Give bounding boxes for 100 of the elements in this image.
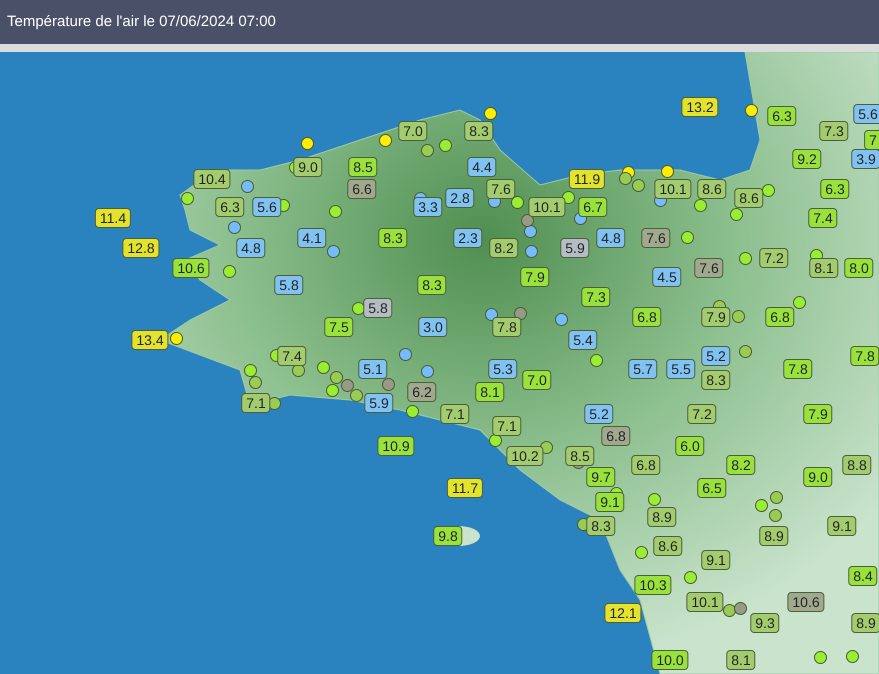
temperature-label: 13.2 bbox=[681, 97, 719, 117]
temperature-label: 10.1 bbox=[686, 592, 724, 612]
temperature-label: 6.8 bbox=[632, 307, 662, 327]
temperature-label: 6.8 bbox=[631, 455, 661, 475]
temperature-label: 3.3 bbox=[413, 197, 443, 217]
temperature-label: 6.8 bbox=[765, 307, 795, 327]
temperature-label: 8.9 bbox=[759, 526, 789, 546]
temperature-label: 7.6 bbox=[694, 258, 724, 278]
temperature-label: 12.8 bbox=[122, 238, 160, 258]
temperature-label: 8.9 bbox=[851, 613, 879, 633]
temperature-label: 5.8 bbox=[363, 298, 393, 318]
temperature-label: 7.3 bbox=[819, 121, 849, 141]
temperature-label: 3.0 bbox=[418, 317, 448, 337]
temperature-label: 8.6 bbox=[653, 536, 683, 556]
temperature-label: 6.3 bbox=[215, 197, 245, 217]
temperature-label: 13.4 bbox=[131, 330, 169, 350]
temperature-label: 10.2 bbox=[506, 446, 544, 466]
temperature-label: 9.0 bbox=[803, 467, 833, 487]
temperature-label: 7.2 bbox=[759, 248, 789, 268]
temperature-label: 9.1 bbox=[701, 550, 731, 570]
temperature-label: 8.1 bbox=[475, 382, 505, 402]
temperature-label: 5.9 bbox=[364, 393, 394, 413]
temperature-label: 7.9 bbox=[701, 307, 731, 327]
temperature-label: 8.6 bbox=[734, 188, 764, 208]
temperature-label: 5.8 bbox=[274, 275, 304, 295]
temperature-label: 11.4 bbox=[94, 208, 132, 228]
temperature-label: 8.3 bbox=[464, 121, 494, 141]
temperature-label: 4.4 bbox=[467, 157, 497, 177]
temperature-label: 8.8 bbox=[842, 455, 872, 475]
temperature-label: 6.5 bbox=[697, 478, 727, 498]
temperature-label: 2.8 bbox=[445, 188, 475, 208]
temperature-label: 11.9 bbox=[568, 169, 606, 189]
temperature-label: 6.3 bbox=[820, 179, 850, 199]
temperature-label: 8.5 bbox=[348, 157, 378, 177]
temperature-label: 7.4 bbox=[808, 208, 838, 228]
temperature-label: 7.8 bbox=[850, 346, 879, 366]
temperature-label: 3.9 bbox=[851, 149, 879, 169]
map-title: Température de l'air le 07/06/2024 07:00 bbox=[7, 12, 276, 32]
temperature-label: 10.0 bbox=[651, 650, 689, 670]
temperature-label: 5.1 bbox=[358, 359, 388, 379]
temperature-label: 7.9 bbox=[520, 267, 550, 287]
temperature-label: 4.8 bbox=[236, 238, 266, 258]
temperature-label: 5.6 bbox=[252, 197, 282, 217]
temperature-label: 10.1 bbox=[528, 197, 566, 217]
temperature-label: 10.1 bbox=[654, 179, 692, 199]
temperature-label: 8.9 bbox=[647, 507, 677, 527]
temperature-label: 8.0 bbox=[844, 258, 874, 278]
temperature-label: 5.7 bbox=[628, 359, 658, 379]
temperature-label: 10.4 bbox=[193, 169, 231, 189]
temperature-label: 5.5 bbox=[666, 359, 696, 379]
temperature-label: 8.2 bbox=[489, 238, 519, 258]
temperature-label: 10.9 bbox=[377, 436, 415, 456]
temperature-label: 7.1 bbox=[241, 393, 271, 413]
temperature-label: 8.1 bbox=[809, 258, 839, 278]
temperature-label: 7.0 bbox=[522, 370, 552, 390]
temperature-label: 7.1 bbox=[492, 416, 522, 436]
temperature-label: 5.3 bbox=[488, 359, 518, 379]
temperature-label: 9.1 bbox=[595, 492, 625, 512]
temperature-label: 8.4 bbox=[848, 566, 878, 586]
temperature-label: 9.1 bbox=[827, 516, 857, 536]
temperature-label: 6.7 bbox=[578, 197, 608, 217]
temperature-label: 6.8 bbox=[601, 426, 631, 446]
temperature-label: 8.6 bbox=[697, 179, 727, 199]
temperature-label: 7.8 bbox=[492, 317, 522, 337]
temperature-label: 7.3 bbox=[581, 287, 611, 307]
temperature-label: 5.6 bbox=[853, 104, 879, 124]
temperature-label: 7.8 bbox=[783, 359, 813, 379]
temperature-label: 7.6 bbox=[641, 228, 671, 248]
temperature-label: 5.4 bbox=[568, 330, 598, 350]
temperature-label: 11.7 bbox=[446, 478, 484, 498]
temperature-label: 6.2 bbox=[407, 382, 437, 402]
temperature-label: 4.5 bbox=[652, 267, 682, 287]
temperature-label: 4.1 bbox=[297, 228, 327, 248]
temperature-label: 10.3 bbox=[634, 575, 672, 595]
temperature-label: 5.2 bbox=[584, 404, 614, 424]
temperature-label: 7.1 bbox=[440, 404, 470, 424]
temperature-label: 7.5 bbox=[324, 317, 354, 337]
temperature-label: 12.1 bbox=[604, 603, 642, 623]
temperature-label: 8.5 bbox=[565, 446, 595, 466]
temperature-label: 9.0 bbox=[293, 157, 323, 177]
temperature-label: 6.0 bbox=[675, 436, 705, 456]
temperature-label: 9.8 bbox=[433, 526, 463, 546]
temperature-label: 10.6 bbox=[172, 258, 210, 278]
temperature-label: 7.2 bbox=[687, 404, 717, 424]
temperature-label: 8.2 bbox=[726, 455, 756, 475]
temperature-label: 2.3 bbox=[453, 228, 483, 248]
temperature-label: 5.9 bbox=[560, 238, 590, 258]
temperature-label: 8.3 bbox=[586, 516, 616, 536]
temperature-label: 8.3 bbox=[417, 275, 447, 295]
temperature-label: 7 bbox=[864, 130, 879, 150]
temperature-label: 6.3 bbox=[767, 106, 797, 126]
temperature-label: 7.6 bbox=[486, 179, 516, 199]
temperature-label: 7.9 bbox=[803, 404, 833, 424]
temperature-label: 9.3 bbox=[750, 613, 780, 633]
temperature-label: 8.3 bbox=[378, 228, 408, 248]
temperature-label: 8.3 bbox=[701, 370, 731, 390]
temperature-label: 10.6 bbox=[787, 592, 825, 612]
temperature-label: 4.8 bbox=[596, 228, 626, 248]
temperature-label: 6.6 bbox=[347, 179, 377, 199]
temperature-label: 7.4 bbox=[277, 346, 307, 366]
